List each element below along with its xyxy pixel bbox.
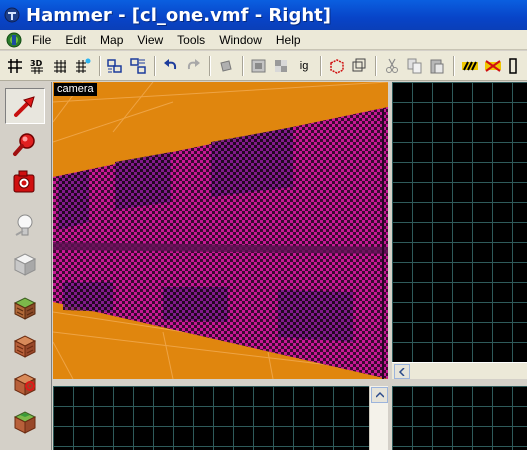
copy-button[interactable] (404, 55, 426, 77)
menu-view[interactable]: View (130, 30, 170, 50)
grid-smaller-button[interactable] (49, 55, 71, 77)
selection-arrow-icon (14, 96, 35, 117)
title-bar: Hammer - [cl_one.vmf - Right] (0, 0, 527, 30)
cut-button[interactable] (381, 55, 403, 77)
grid-smaller-icon (54, 59, 67, 73)
toolbar-separator (209, 55, 212, 76)
hammer-window: Hammer - [cl_one.vmf - Right] File Edit … (0, 0, 527, 450)
block-tool-button[interactable] (5, 246, 45, 282)
carve-icon (220, 59, 232, 72)
camera-icon (13, 170, 35, 193)
svg-text:3D: 3D (30, 59, 43, 68)
toolbar-separator (241, 55, 244, 76)
toolbar-separator (375, 55, 378, 76)
group-button[interactable] (105, 55, 127, 77)
grid-larger-icon (75, 58, 91, 73)
hide-items-button[interactable] (459, 55, 481, 77)
main-toolbar: 3D ig (0, 51, 527, 81)
grid-3d-icon: 3D (30, 59, 44, 74)
magnify-tool-button[interactable] (5, 126, 45, 162)
hollow-icon (251, 59, 266, 72)
grid-icon (7, 58, 22, 73)
cordon-edit-button[interactable] (349, 55, 371, 77)
apply-current-texture-tool-button[interactable] (5, 328, 45, 364)
redo-icon (188, 58, 201, 69)
cordon-edit-icon (352, 58, 366, 71)
redo-button[interactable] (183, 55, 205, 77)
tool-palette (0, 82, 52, 450)
entity-tool-button[interactable] (5, 208, 45, 244)
menu-window[interactable]: Window (212, 30, 269, 50)
top-right-viewport[interactable] (392, 82, 527, 362)
ignore-groups-button[interactable]: ig (293, 55, 315, 77)
radius-cull-button[interactable] (504, 55, 526, 77)
toolbar-separator (453, 55, 456, 76)
chevron-left-icon (398, 367, 405, 376)
camera-scene (53, 82, 388, 379)
ignore-groups-label: ig (299, 59, 309, 72)
grid-3d-toggle-button[interactable]: 3D (27, 55, 49, 77)
menu-file[interactable]: File (25, 30, 58, 50)
block-cube-icon (13, 253, 37, 276)
menu-help[interactable]: Help (269, 30, 308, 50)
scroll-up-button[interactable] (371, 387, 388, 403)
hammer-app-icon[interactable] (4, 7, 20, 23)
menu-map[interactable]: Map (93, 30, 130, 50)
bottom-left-viewport[interactable] (53, 386, 369, 450)
hollow-button[interactable] (248, 55, 270, 77)
show-items-button[interactable] (482, 55, 504, 77)
camera-viewport[interactable]: camera (53, 82, 388, 379)
cordon-icon (329, 58, 344, 74)
brick-cube-icon (13, 335, 37, 358)
bottom-right-viewport[interactable] (392, 386, 527, 450)
group-icon (107, 58, 123, 73)
menu-bar: File Edit Map View Tools Window Help (0, 30, 527, 50)
toolbar-separator (98, 55, 101, 76)
overlay-cube-icon (13, 411, 37, 434)
radius-cull-icon (509, 57, 518, 74)
toolbar-separator (153, 55, 156, 76)
paste-icon (430, 59, 444, 73)
horizontal-scrollbar[interactable] (392, 362, 527, 379)
carve-button[interactable] (215, 55, 237, 77)
texture-cube-icon (13, 297, 37, 320)
camera-viewport-label: camera (54, 83, 97, 96)
menu-tools[interactable]: Tools (170, 30, 212, 50)
overlay-tool-button[interactable] (5, 404, 45, 440)
decal-cube-icon (13, 373, 37, 396)
toolbar-separator (319, 55, 322, 76)
texture-lock-button[interactable] (271, 55, 293, 77)
texture-application-tool-button[interactable] (5, 290, 45, 326)
texture-lock-icon (275, 59, 288, 72)
chevron-up-icon (375, 391, 384, 398)
camera-tool-button[interactable] (5, 164, 45, 200)
scroll-left-button[interactable] (394, 364, 410, 379)
undo-button[interactable] (160, 55, 182, 77)
magnify-icon (13, 133, 35, 156)
scissors-icon (386, 58, 399, 73)
ungroup-icon (130, 57, 146, 74)
ungroup-button[interactable] (127, 55, 149, 77)
menu-edit[interactable]: Edit (58, 30, 93, 50)
undo-icon (163, 58, 176, 69)
paste-button[interactable] (427, 55, 449, 77)
document-icon[interactable] (6, 32, 22, 48)
grid-larger-button[interactable] (72, 55, 94, 77)
window-title: Hammer - [cl_one.vmf - Right] (26, 4, 331, 26)
cordon-button[interactable] (326, 55, 348, 77)
decal-tool-button[interactable] (5, 366, 45, 402)
horizontal-splitter[interactable] (53, 379, 527, 386)
selection-tool-button[interactable] (5, 88, 45, 124)
entity-lightbulb-icon (15, 214, 33, 236)
hide-items-icon (461, 61, 478, 70)
show-items-icon (484, 59, 501, 72)
grid-toggle-button[interactable] (4, 55, 26, 77)
vertical-scrollbar[interactable] (369, 386, 388, 450)
copy-icon (407, 58, 422, 73)
